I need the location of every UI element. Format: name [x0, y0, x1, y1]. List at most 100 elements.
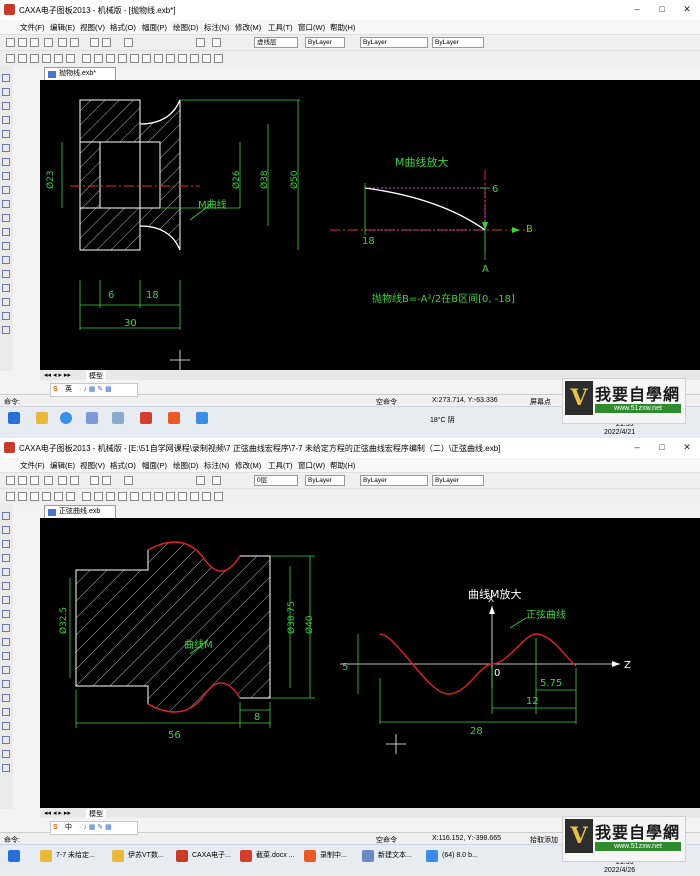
recorder-task-icon[interactable]	[304, 850, 316, 862]
redo-icon[interactable]	[102, 38, 111, 47]
print-icon[interactable]	[44, 476, 53, 485]
tool-region-icon[interactable]	[2, 736, 10, 744]
tool-wave-icon[interactable]	[2, 708, 10, 716]
array-icon[interactable]	[154, 54, 163, 63]
tool-block-icon[interactable]	[2, 228, 10, 236]
hatch-icon[interactable]	[54, 492, 63, 501]
layout-tab-model[interactable]: 模型	[86, 809, 106, 819]
save-icon[interactable]	[30, 38, 39, 47]
menu-file[interactable]: 文件(F)	[20, 460, 45, 471]
layer-icon[interactable]	[212, 38, 221, 47]
properties-icon[interactable]	[124, 38, 133, 47]
rect-icon[interactable]	[42, 54, 51, 63]
tool-mtext-icon[interactable]	[2, 312, 10, 320]
ime-toolbar[interactable]: S 英 · ♪ ▦ ✎ ▦	[50, 383, 138, 397]
break-icon[interactable]	[202, 54, 211, 63]
task-item-3[interactable]: CAXA电子...	[192, 849, 231, 863]
fillet-icon[interactable]	[178, 54, 187, 63]
menu-draw[interactable]: 绘图(D)	[173, 22, 198, 33]
tool-solid-icon[interactable]	[2, 284, 10, 292]
task-item-5[interactable]: 录制中...	[320, 849, 347, 863]
ime-toolbar[interactable]: S 中 · ♪ ▦ ✎ ▦	[50, 821, 138, 835]
minimize-button[interactable]: –	[630, 3, 644, 16]
tool-region-icon[interactable]	[2, 298, 10, 306]
text-icon[interactable]	[66, 54, 75, 63]
trim-icon[interactable]	[94, 54, 103, 63]
video-task-icon[interactable]	[426, 850, 438, 862]
line-icon[interactable]	[6, 54, 15, 63]
cut-icon[interactable]	[58, 38, 67, 47]
tool-spline-icon[interactable]	[2, 568, 10, 576]
menu-view[interactable]: 视图(V)	[80, 22, 105, 33]
cut-icon[interactable]	[58, 476, 67, 485]
trim-icon[interactable]	[94, 492, 103, 501]
arc-icon[interactable]	[30, 492, 39, 501]
circle-icon[interactable]	[18, 54, 27, 63]
layer-combo[interactable]: 虚线层	[254, 37, 298, 48]
tool-centerline-icon[interactable]	[2, 638, 10, 646]
nav-arrows-icon[interactable]: ◂◂ ◂ ▸ ▸▸	[44, 371, 71, 379]
redo-icon[interactable]	[102, 476, 111, 485]
rect-icon[interactable]	[42, 492, 51, 501]
copy-icon[interactable]	[70, 38, 79, 47]
wps-icon[interactable]	[140, 412, 152, 424]
scale-icon[interactable]	[142, 54, 151, 63]
menu-draw[interactable]: 绘图(D)	[173, 460, 198, 471]
task-item-6[interactable]: 新建文本...	[378, 849, 412, 863]
nav-arrows-icon[interactable]: ◂◂ ◂ ▸ ▸▸	[44, 809, 71, 817]
lineweight-combo[interactable]: ByLayer	[432, 37, 484, 48]
break-icon[interactable]	[202, 492, 211, 501]
layout-tab-model[interactable]: 模型	[86, 371, 106, 381]
fillet-icon[interactable]	[178, 492, 187, 501]
ime-lang[interactable]: 英	[65, 384, 72, 395]
extend-icon[interactable]	[214, 54, 223, 63]
move-icon[interactable]	[130, 54, 139, 63]
tool-polyline-icon[interactable]	[2, 526, 10, 534]
tool-circle-icon[interactable]	[2, 540, 10, 548]
offset-icon[interactable]	[166, 492, 175, 501]
tool-line-icon[interactable]	[2, 74, 10, 82]
rotate-icon[interactable]	[118, 492, 127, 501]
arc-icon[interactable]	[30, 54, 39, 63]
color-combo[interactable]: ByLayer	[305, 37, 345, 48]
line-icon[interactable]	[6, 492, 15, 501]
properties-icon[interactable]	[124, 476, 133, 485]
tool-wave-icon[interactable]	[2, 270, 10, 278]
move-icon[interactable]	[130, 492, 139, 501]
mirror-icon[interactable]	[106, 492, 115, 501]
tool-table-icon[interactable]	[2, 694, 10, 702]
new-icon[interactable]	[6, 38, 15, 47]
tray-date[interactable]: 2022/4/26	[604, 867, 635, 874]
scale-icon[interactable]	[142, 492, 151, 501]
text-icon[interactable]	[66, 492, 75, 501]
task-item-1[interactable]: 7-7 未给定...	[56, 849, 95, 863]
tray-date[interactable]: 2022/4/21	[604, 429, 635, 436]
tool-tolerance-icon[interactable]	[2, 764, 10, 772]
close-button[interactable]: ✕	[680, 441, 694, 454]
menu-edit[interactable]: 编辑(E)	[50, 22, 75, 33]
menu-modify[interactable]: 修改(M)	[235, 22, 261, 33]
app-icon-2[interactable]	[112, 412, 124, 424]
tool-table-icon[interactable]	[2, 256, 10, 264]
chamfer-icon[interactable]	[190, 54, 199, 63]
circle-icon[interactable]	[18, 492, 27, 501]
tool-polygon-icon[interactable]	[2, 186, 10, 194]
menu-format[interactable]: 格式(O)	[110, 22, 136, 33]
tool-spline-icon[interactable]	[2, 130, 10, 138]
video-icon[interactable]	[196, 412, 208, 424]
start-icon[interactable]	[8, 850, 20, 862]
menu-sheet[interactable]: 幅面(P)	[142, 22, 167, 33]
lineweight-combo[interactable]: ByLayer	[432, 475, 484, 486]
tool-polyline-icon[interactable]	[2, 88, 10, 96]
menu-tools[interactable]: 工具(T)	[268, 22, 293, 33]
new-icon[interactable]	[6, 476, 15, 485]
dimension-icon[interactable]	[82, 54, 91, 63]
layer-icon[interactable]	[212, 476, 221, 485]
array-icon[interactable]	[154, 492, 163, 501]
tool-hatch-icon[interactable]	[2, 652, 10, 660]
extend-icon[interactable]	[214, 492, 223, 501]
menu-window[interactable]: 窗口(W)	[298, 460, 325, 471]
task-item-4[interactable]: 截菜.docx ...	[256, 849, 295, 863]
folder-icon-2[interactable]	[112, 850, 124, 862]
tool-polygon-icon[interactable]	[2, 624, 10, 632]
